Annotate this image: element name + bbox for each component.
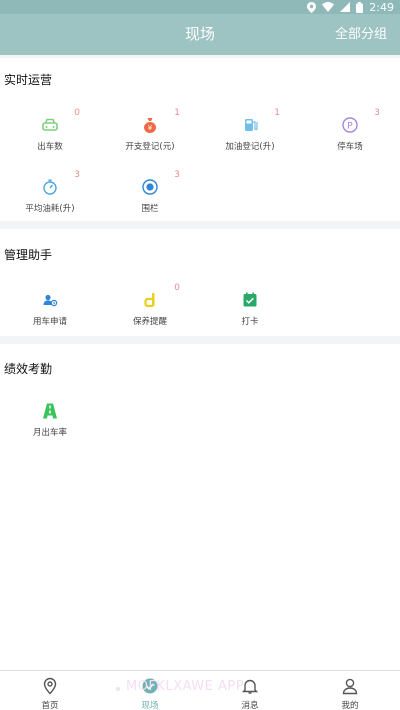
grid-item-check-in[interactable]: 打卡 [200, 283, 300, 343]
grid-item-refueling[interactable]: 加油登记(升) 1 [200, 108, 300, 168]
fuel-pump-icon [241, 116, 259, 134]
section-title: 实时运营 [4, 73, 53, 87]
grid-item-label: 停车场 [337, 142, 363, 152]
nav-label: 我的 [341, 701, 359, 710]
svg-text:¥: ¥ [148, 124, 153, 132]
section-management: 管理助手 用车申请 保养提醒 0 打卡 [0, 229, 400, 336]
grid-item-parking[interactable]: P 停车场 3 [300, 108, 400, 168]
status-bar: 2:49 [0, 0, 400, 14]
battery-icon [356, 1, 364, 13]
vehicle-request-icon [41, 291, 59, 309]
wifi-icon [322, 2, 335, 12]
grid-item-label: 围栏 [141, 204, 159, 214]
all-groups-button[interactable]: 全部分组 [335, 14, 387, 55]
grid-item-vehicles-out[interactable]: 出车数 0 [0, 108, 100, 168]
grid-item-label: 开支登记(元) [125, 142, 175, 152]
count-badge: 0 [74, 108, 80, 118]
location-icon [307, 1, 317, 13]
grid-item-maintenance[interactable]: 保养提醒 0 [100, 283, 200, 343]
count-badge: 1 [274, 108, 280, 118]
signal-icon [340, 2, 351, 12]
bottom-nav: 首页 现场 消息 我的 MOFKLXAWE APP [0, 670, 400, 710]
grid-item-avg-fuel[interactable]: 平均油耗(升) 3 [0, 170, 100, 230]
grid-item-vehicle-request[interactable]: 用车申请 [0, 283, 100, 343]
grid-item-label: 加油登记(升) [225, 142, 275, 152]
grid-item-expenses[interactable]: ¥ 开支登记(元) 1 [100, 108, 200, 168]
road-icon [41, 402, 59, 420]
section-performance: 绩效考勤 月出车率 [0, 344, 400, 670]
section-title: 绩效考勤 [4, 362, 53, 376]
status-time: 2:49 [369, 0, 394, 14]
money-bag-icon: ¥ [141, 116, 159, 134]
section-realtime-ops: 实时运营 出车数 0 ¥ 开支登记(元) 1 加油登记(升) 1 P 停车场 3… [0, 58, 400, 221]
watermark: MOFKLXAWE APP [126, 679, 245, 694]
nav-label: 现场 [141, 701, 159, 710]
check-in-icon [241, 291, 259, 309]
count-badge: 3 [74, 170, 80, 180]
grid-item-label: 月出车率 [32, 428, 67, 438]
count-badge: 3 [174, 170, 180, 180]
count-badge: 1 [174, 108, 180, 118]
parking-icon: P [341, 116, 359, 134]
grid-item-label: 出车数 [37, 142, 63, 152]
grid-item-label: 用车申请 [32, 317, 67, 327]
user-icon [341, 677, 359, 695]
nav-item-home[interactable]: 首页 [0, 671, 100, 710]
grid-item-label: 平均油耗(升) [25, 204, 75, 214]
grid-item-label: 保养提醒 [132, 317, 167, 327]
svg-text:P: P [347, 121, 353, 131]
gauge-icon [41, 178, 59, 196]
location-pin-icon [41, 677, 59, 695]
grid-item-monthly-rate[interactable]: 月出车率 [0, 394, 100, 454]
app-header: 现场 全部分组 [0, 14, 400, 55]
status-icons: 2:49 [307, 0, 394, 14]
car-icon [41, 116, 59, 134]
nav-label: 消息 [241, 701, 259, 710]
count-badge: 0 [174, 283, 180, 293]
grid-item-label: 打卡 [241, 317, 259, 327]
watermark-dot [116, 687, 120, 691]
count-badge: 3 [374, 108, 380, 118]
maintenance-icon [141, 291, 159, 309]
nav-item-profile[interactable]: 我的 [300, 671, 400, 710]
fence-target-icon [141, 178, 159, 196]
grid-item-fence[interactable]: 围栏 3 [100, 170, 200, 230]
nav-label: 首页 [41, 701, 59, 710]
section-title: 管理助手 [4, 248, 53, 262]
